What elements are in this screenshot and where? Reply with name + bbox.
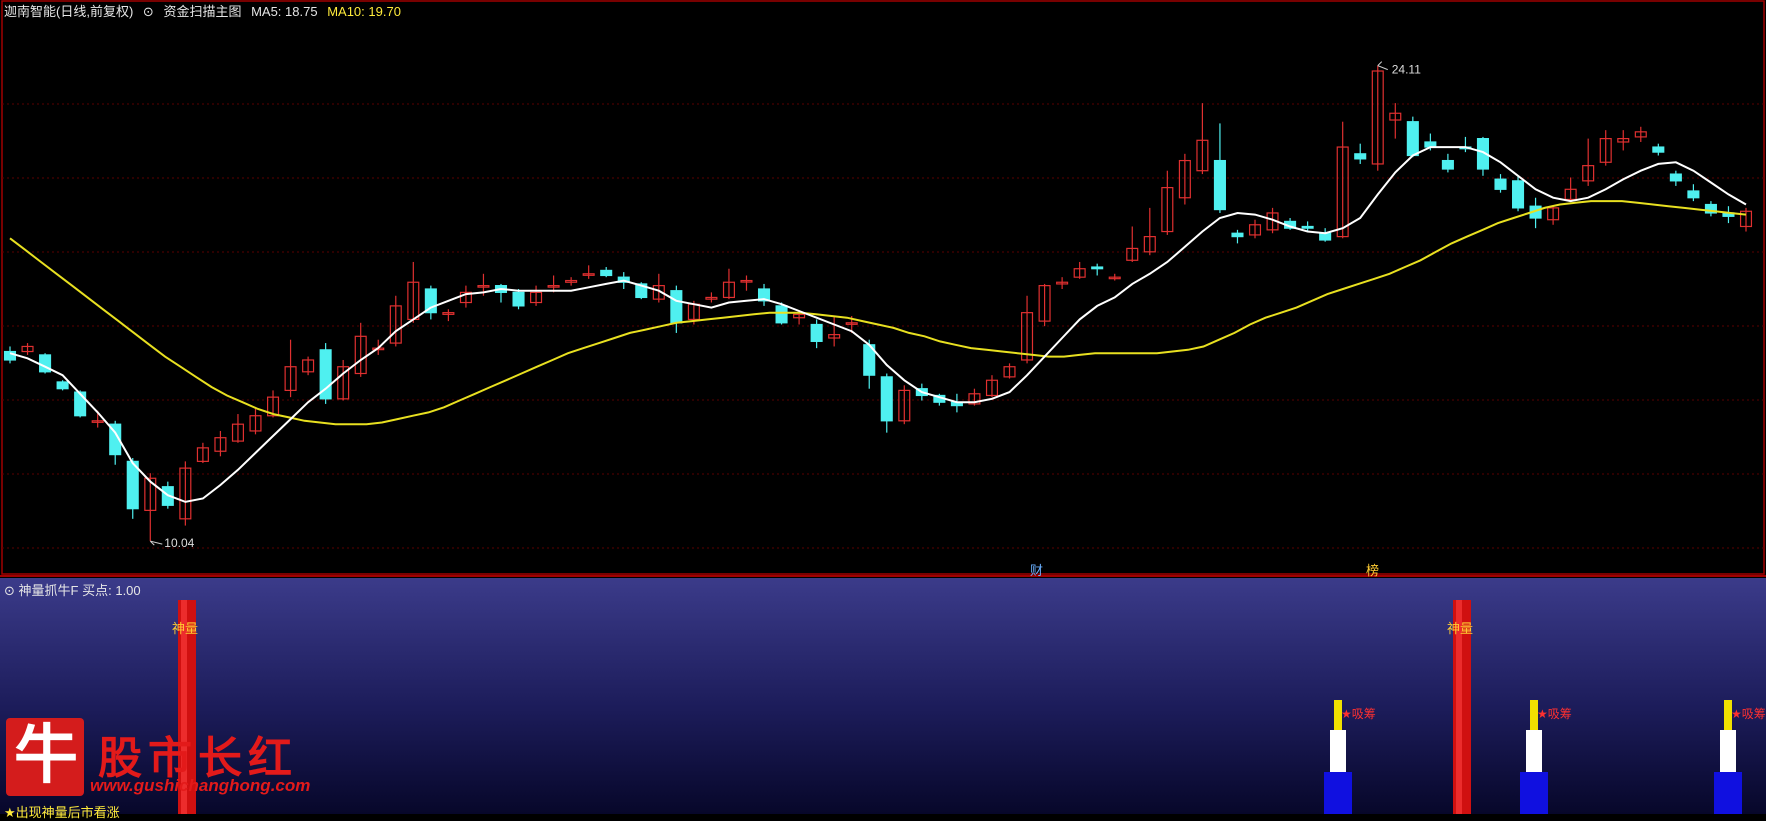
candle-down [1091, 266, 1104, 270]
high-marker-arrow [1377, 61, 1388, 71]
sub-panel-title[interactable]: 神量抓牛F [19, 583, 79, 598]
buy-point-value: 买点: 1.00 [82, 583, 141, 598]
sub-panel-header: ⊙ 神量抓牛F 买点: 1.00 [4, 580, 141, 599]
candle-down [3, 350, 17, 361]
event-label-ban: 榜 [1366, 563, 1379, 578]
candle-down [1441, 159, 1454, 170]
indicator-toggle-icon[interactable]: ⊙ [143, 4, 154, 19]
candle-down [1354, 153, 1367, 160]
candle-down [1494, 178, 1507, 190]
sub-panel-note: ★出现神量后市看涨 [4, 805, 120, 820]
candle-down [810, 323, 823, 342]
watermark-url: www.gushichanghong.com [90, 776, 311, 795]
candle-down [1213, 159, 1226, 211]
chart-window: 24.11 10.04 财 榜 迦南智能(日线,前复权) ⊙ 资金扫描主图 MA5: … [0, 0, 1766, 821]
watermark-logo-glyph: 牛 [14, 718, 78, 793]
main-header: 迦南智能(日线,前复权) ⊙ 资金扫描主图 MA5: 18.75 MA10: 1… [4, 4, 407, 20]
candle-down [1687, 190, 1700, 199]
candle-down [1406, 121, 1419, 157]
ma5-value: MA5: 18.75 [251, 4, 318, 19]
ma10-value: MA10: 19.70 [327, 4, 401, 19]
candle-down [512, 291, 525, 307]
candle-down [1231, 232, 1244, 238]
candle-down [74, 391, 87, 417]
candle-down [1652, 146, 1665, 153]
main-panel-border [1, 0, 1765, 575]
high-price-label: 24.11 [1392, 63, 1421, 77]
event-label-cai: 财 [1030, 563, 1043, 578]
candle-down [880, 376, 893, 422]
candle-down [1512, 180, 1525, 209]
low-marker-arrow [149, 540, 163, 546]
indicator-name[interactable]: 资金扫描主图 [163, 4, 241, 19]
candle-down [670, 290, 683, 324]
candle-down [600, 269, 613, 277]
candle-down [1301, 225, 1314, 229]
ma10-line [9, 200, 1747, 426]
sub-toggle-icon[interactable]: ⊙ [4, 583, 15, 598]
candle-down [1319, 232, 1332, 241]
candle-down [775, 305, 788, 324]
stock-title: 迦南智能(日线,前复权) [4, 4, 134, 19]
low-price-label: 10.04 [164, 536, 194, 550]
candle-down [56, 381, 69, 390]
candle-down [1669, 173, 1682, 182]
